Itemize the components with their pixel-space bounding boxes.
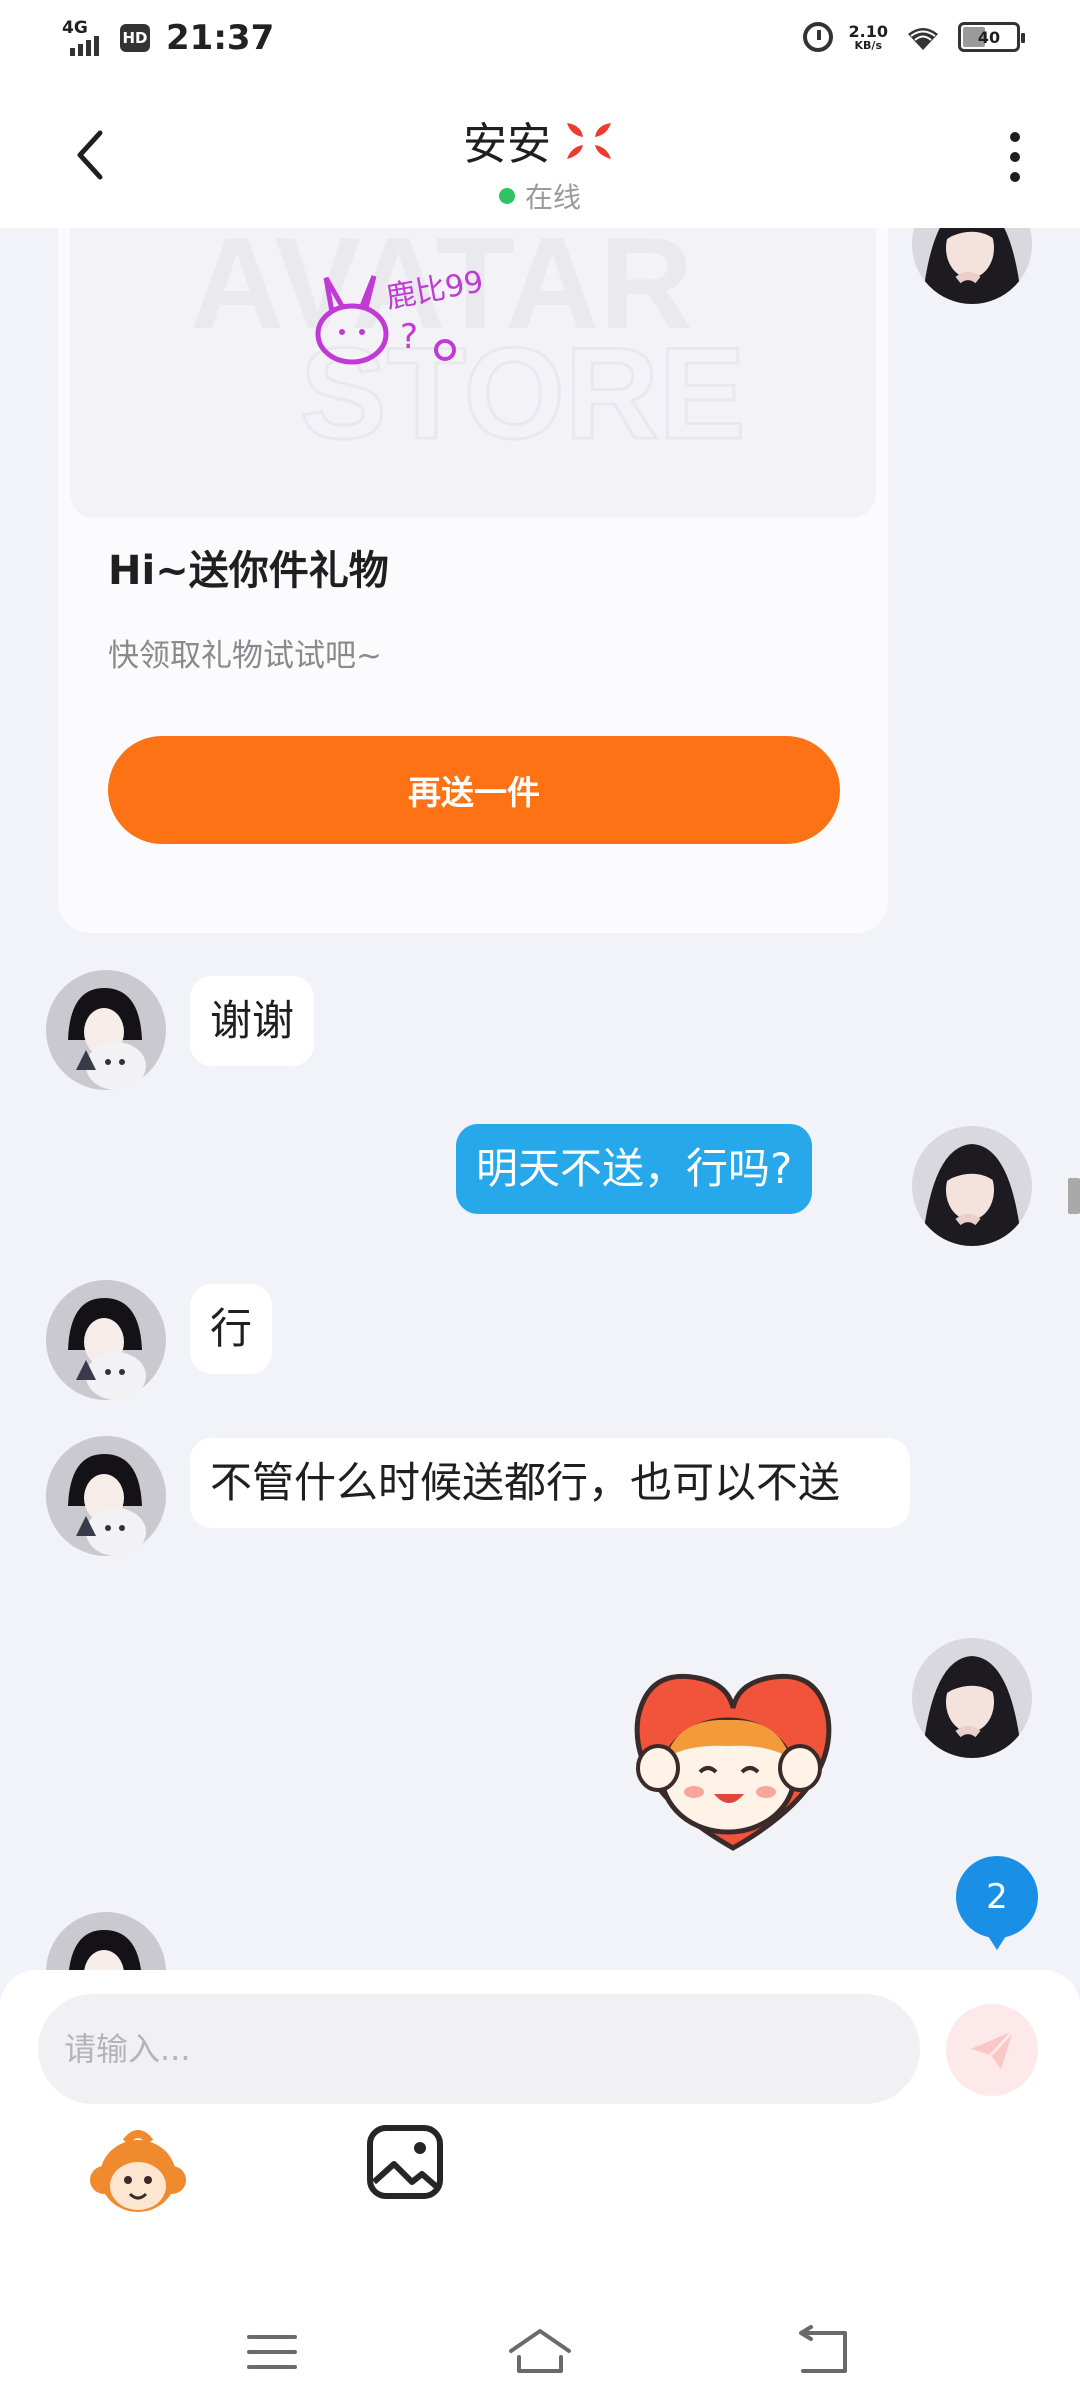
status-bar: 4G HD 21:37 2.10 KB/s 40 bbox=[0, 0, 1080, 80]
gift-image: AVATAR STORE 鹿比99 ? bbox=[70, 228, 876, 518]
svg-text:?: ? bbox=[400, 317, 418, 357]
send-button[interactable] bbox=[946, 2004, 1038, 2096]
home-icon bbox=[509, 2329, 571, 2373]
wifi-icon bbox=[908, 28, 938, 50]
chat-header: 安安 在线 bbox=[0, 80, 1080, 228]
gift-card[interactable]: AVATAR STORE 鹿比99 ? Hi~送你件礼物 快领取礼物试试吧~ 再… bbox=[58, 228, 888, 933]
gift-subtitle: 快领取礼物试试吧~ bbox=[108, 638, 382, 674]
network-speed: 2.10 KB/s bbox=[848, 21, 888, 52]
menu-icon bbox=[247, 2335, 297, 2369]
status-left: 4G HD 21:37 bbox=[62, 18, 274, 58]
message-bubble-received[interactable]: 谢谢 bbox=[190, 976, 315, 1066]
speed-unit: KB/s bbox=[854, 38, 882, 52]
speed-value: 2.10 bbox=[848, 21, 888, 41]
message-bubble-received[interactable]: 行 bbox=[190, 1284, 273, 1374]
system-nav-bar bbox=[0, 2300, 1080, 2408]
online-status: 在线 bbox=[0, 176, 1080, 216]
network-type: 4G bbox=[62, 18, 88, 38]
contact-avatar[interactable] bbox=[46, 1912, 166, 1970]
more-options-button[interactable] bbox=[990, 122, 1040, 192]
message-bubble-sent[interactable]: 明天不送，行吗? bbox=[456, 1124, 813, 1214]
online-dot bbox=[498, 188, 515, 204]
contact-avatar[interactable] bbox=[46, 1280, 166, 1400]
nav-back-button[interactable] bbox=[784, 2320, 864, 2384]
contact-name: 安安 bbox=[463, 119, 551, 170]
more-vertical-icon bbox=[1010, 132, 1020, 142]
message-input[interactable] bbox=[38, 1994, 920, 2104]
send-another-gift-button[interactable]: 再送一件 bbox=[108, 736, 840, 844]
anger-icon bbox=[561, 115, 617, 165]
my-avatar-image bbox=[912, 228, 1032, 304]
nav-menu-button[interactable] bbox=[232, 2320, 312, 2384]
message-bubble-received[interactable]: 不管什么时候送都行，也可以不送 bbox=[190, 1438, 910, 1528]
heart-hug-sticker-icon[interactable] bbox=[618, 1648, 848, 1858]
alarm-icon bbox=[802, 22, 833, 52]
nav-home-button[interactable] bbox=[500, 2320, 580, 2384]
signal-icon: 4G bbox=[62, 18, 110, 58]
unread-count-badge[interactable]: 2 bbox=[956, 1856, 1038, 1950]
my-avatar[interactable] bbox=[912, 228, 1032, 304]
image-button[interactable] bbox=[364, 2120, 448, 2204]
image-gallery-icon bbox=[367, 2125, 443, 2199]
status-right: 2.10 KB/s 40 bbox=[802, 21, 1025, 52]
contact-avatar[interactable] bbox=[46, 970, 166, 1090]
contact-avatar[interactable] bbox=[46, 1436, 166, 1556]
my-avatar[interactable] bbox=[912, 1126, 1032, 1246]
status-time: 21:37 bbox=[166, 18, 275, 58]
emoji-button[interactable] bbox=[86, 2120, 190, 2224]
emoji-monkey-icon bbox=[90, 2130, 186, 2212]
title-block: 安安 在线 bbox=[0, 108, 1080, 216]
gift-title: Hi~送你件礼物 bbox=[108, 548, 389, 594]
gift-image-text-2: STORE bbox=[300, 320, 745, 466]
back-icon bbox=[799, 2325, 847, 2373]
scrollbar-handle[interactable] bbox=[1068, 1178, 1080, 1214]
send-paper-plane-icon bbox=[971, 2029, 1015, 2069]
battery-level: 40 bbox=[977, 27, 1001, 47]
battery-icon: 40 bbox=[958, 22, 1025, 52]
my-avatar[interactable] bbox=[912, 1638, 1032, 1758]
chat-messages[interactable]: AVATAR STORE 鹿比99 ? Hi~送你件礼物 快领取礼物试试吧~ 再… bbox=[0, 228, 1080, 1970]
hd-icon: HD bbox=[120, 24, 150, 52]
online-text: 在线 bbox=[524, 181, 581, 214]
